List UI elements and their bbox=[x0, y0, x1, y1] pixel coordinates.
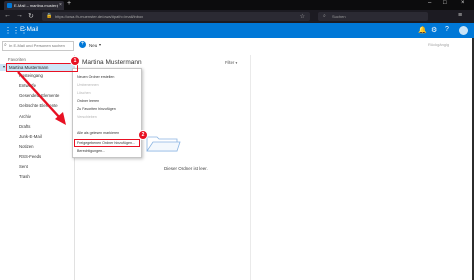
menu-item-delete: Löschen bbox=[77, 91, 91, 95]
folder-pane: Favoriten ▾ Martina Mustermann Posteinga… bbox=[0, 55, 75, 280]
app-title: E-Mail bbox=[20, 26, 39, 33]
app-launcher-icon[interactable]: ⋮⋮⋮ bbox=[4, 26, 28, 35]
back-icon[interactable]: ← bbox=[4, 12, 11, 19]
browser-tab[interactable]: E-Mail – martina.muster@m... × bbox=[4, 1, 64, 10]
mail-search-field[interactable]: ⌕ bbox=[2, 41, 74, 51]
chevron-down-icon[interactable]: ▾ bbox=[99, 42, 101, 47]
bookmark-star-icon[interactable]: ☆ bbox=[300, 13, 305, 20]
help-icon[interactable]: ? bbox=[445, 26, 449, 33]
address-bar[interactable]: 🔒 https://owa.fh-muenster.de/owa/#path=/… bbox=[42, 12, 310, 21]
browser-search-bar[interactable]: ⌕ Suchen bbox=[318, 12, 428, 21]
browser-search-placeholder: Suchen bbox=[332, 14, 346, 19]
menu-item-empty-folder[interactable]: Ordner leeren bbox=[77, 99, 99, 103]
favorites-header[interactable]: Favoriten bbox=[8, 57, 26, 62]
folder-item-drafts-de[interactable]: Entwürfe bbox=[19, 83, 36, 88]
browser-menu-icon[interactable]: ≡ bbox=[458, 12, 462, 19]
avatar[interactable] bbox=[459, 26, 468, 35]
chevron-down-icon: ▾ bbox=[235, 61, 238, 65]
folder-item-inbox[interactable]: Posteingang bbox=[19, 73, 43, 78]
folder-item-trash[interactable]: Trash bbox=[19, 174, 30, 179]
folder-item-archive[interactable]: Archiv bbox=[19, 114, 31, 119]
window-close-icon[interactable]: × bbox=[461, 0, 465, 6]
empty-folder-text: Dieser Ordner ist leer. bbox=[164, 166, 208, 171]
browser-tab-bar: E-Mail – martina.muster@m... × + – □ × bbox=[0, 0, 474, 10]
folder-item-deleted[interactable]: Gelöschte Elemente bbox=[19, 103, 58, 108]
bell-icon[interactable]: 🔔 bbox=[418, 26, 427, 34]
discard-button[interactable]: Rückgängig bbox=[428, 42, 449, 47]
mail-search-input[interactable] bbox=[9, 43, 71, 48]
new-tab-button[interactable]: + bbox=[67, 0, 71, 7]
menu-item-rename: Umbenennen bbox=[77, 83, 99, 87]
lock-icon: 🔒 bbox=[46, 13, 53, 19]
pane-divider bbox=[250, 55, 251, 280]
step-badge-2: 2 bbox=[138, 130, 148, 140]
chevron-down-icon[interactable]: ▾ bbox=[3, 64, 5, 69]
menu-item-permissions[interactable]: Berechtigungen... bbox=[77, 149, 105, 153]
tab-close-icon[interactable]: × bbox=[59, 2, 62, 8]
folder-item-sent[interactable]: Sent bbox=[19, 164, 28, 169]
menu-item-add-shared-folder[interactable]: Freigegebenen Ordner hinzufügen... bbox=[77, 141, 135, 145]
folder-context-menu: Neuen Ordner erstellen Umbenennen Lösche… bbox=[72, 68, 142, 158]
outlook-favicon-icon bbox=[7, 3, 12, 8]
filter-label: Filter bbox=[225, 60, 235, 65]
gear-icon[interactable]: ⚙ bbox=[431, 26, 437, 34]
folder-item-junk[interactable]: Junk-E-Mail bbox=[19, 134, 42, 139]
menu-item-mark-all-read[interactable]: Alle als gelesen markieren bbox=[77, 131, 119, 135]
reload-icon[interactable]: ↻ bbox=[28, 12, 34, 20]
url-text[interactable]: https://owa.fh-muenster.de/owa/#path=/ma… bbox=[55, 14, 143, 19]
menu-item-move: Verschieben bbox=[77, 115, 97, 119]
browser-nav-bar: ← → ↻ 🔒 https://owa.fh-muenster.de/owa/#… bbox=[0, 10, 474, 23]
forward-icon[interactable]: → bbox=[16, 12, 23, 19]
folder-item-rss[interactable]: RSS-Feeds bbox=[19, 154, 41, 159]
search-icon: ⌕ bbox=[323, 13, 326, 19]
plus-icon: + bbox=[79, 41, 86, 48]
folder-item-sent-de[interactable]: Gesendete Elemente bbox=[19, 93, 59, 98]
maximize-icon[interactable]: □ bbox=[443, 0, 447, 6]
menu-item-add-favorites[interactable]: Zu Favoriten hinzufügen bbox=[77, 107, 116, 111]
empty-folder-icon bbox=[146, 136, 181, 152]
folder-item-drafts[interactable]: Drafts bbox=[19, 124, 30, 129]
search-icon: ⌕ bbox=[4, 42, 7, 48]
menu-item-new-folder[interactable]: Neuen Ordner erstellen bbox=[77, 75, 114, 79]
app-header: ⋮⋮⋮ E-Mail 🔔 ⚙ ? bbox=[0, 23, 474, 38]
new-mail-label: Neu bbox=[89, 43, 98, 48]
tab-title: E-Mail – martina.muster@m... bbox=[14, 3, 58, 8]
minimize-icon[interactable]: – bbox=[428, 0, 431, 6]
folder-item-notes[interactable]: Notizen bbox=[19, 144, 34, 149]
step-badge-1: 1 bbox=[70, 56, 80, 66]
account-highlight-frame bbox=[6, 63, 78, 72]
filter-button[interactable]: Filter ▾ bbox=[225, 60, 237, 65]
list-header: Martina Mustermann bbox=[82, 59, 142, 66]
